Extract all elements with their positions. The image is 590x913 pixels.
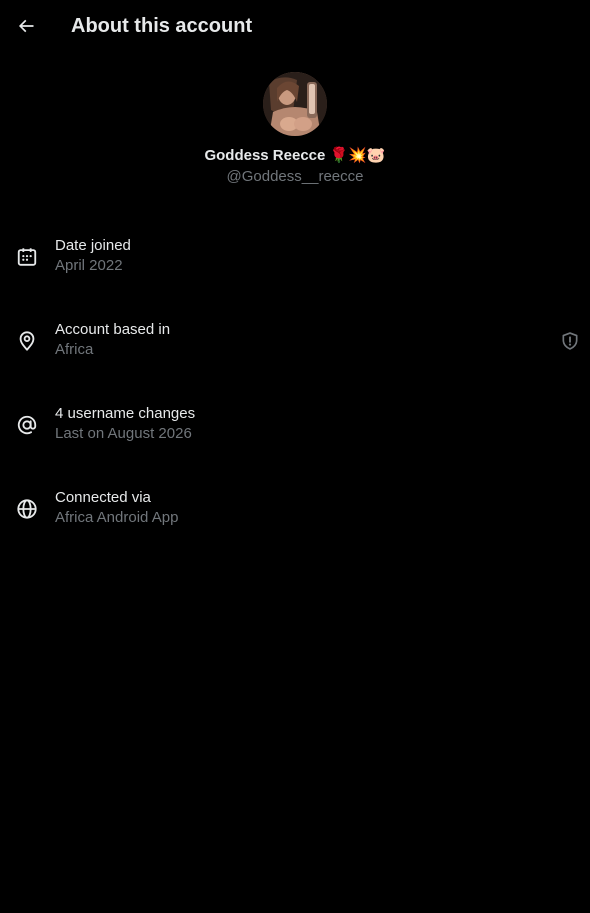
profile-summary: Goddess Reecce 🌹💥🐷 @Goddess__reecce (0, 72, 590, 187)
globe-icon (17, 499, 37, 519)
info-label: Connected via (55, 489, 151, 506)
page-title: About this account (71, 15, 253, 37)
arrow-left-icon (18, 19, 34, 33)
account-info-list: Date joined April 2022 Account based in … (0, 226, 590, 562)
info-row-account-based-in: Account based in Africa (0, 310, 590, 394)
info-row-username-changes: 4 username changes Last on August 2026 (0, 394, 590, 478)
info-label: 4 username changes (55, 405, 196, 422)
info-row-connected-via: Connected via Africa Android App (0, 478, 590, 562)
header: About this account (0, 0, 590, 53)
avatar[interactable] (263, 72, 327, 136)
back-button[interactable] (10, 10, 42, 42)
calendar-icon (17, 248, 37, 266)
username-handle: @Goddess__reecce (226, 168, 364, 185)
info-label: Date joined (55, 237, 131, 254)
location-pin-icon (19, 331, 35, 351)
info-row-date-joined: Date joined April 2022 (0, 226, 590, 310)
shield-alert-icon[interactable] (560, 331, 580, 351)
info-value: April 2022 (55, 257, 123, 274)
display-name: Goddess Reecce 🌹💥🐷 (204, 147, 386, 164)
info-value: Africa Android App (55, 509, 179, 526)
info-value: Africa (55, 341, 94, 358)
at-sign-icon (17, 415, 37, 435)
info-label: Account based in (55, 321, 171, 338)
info-value: Last on August 2026 (55, 425, 192, 442)
